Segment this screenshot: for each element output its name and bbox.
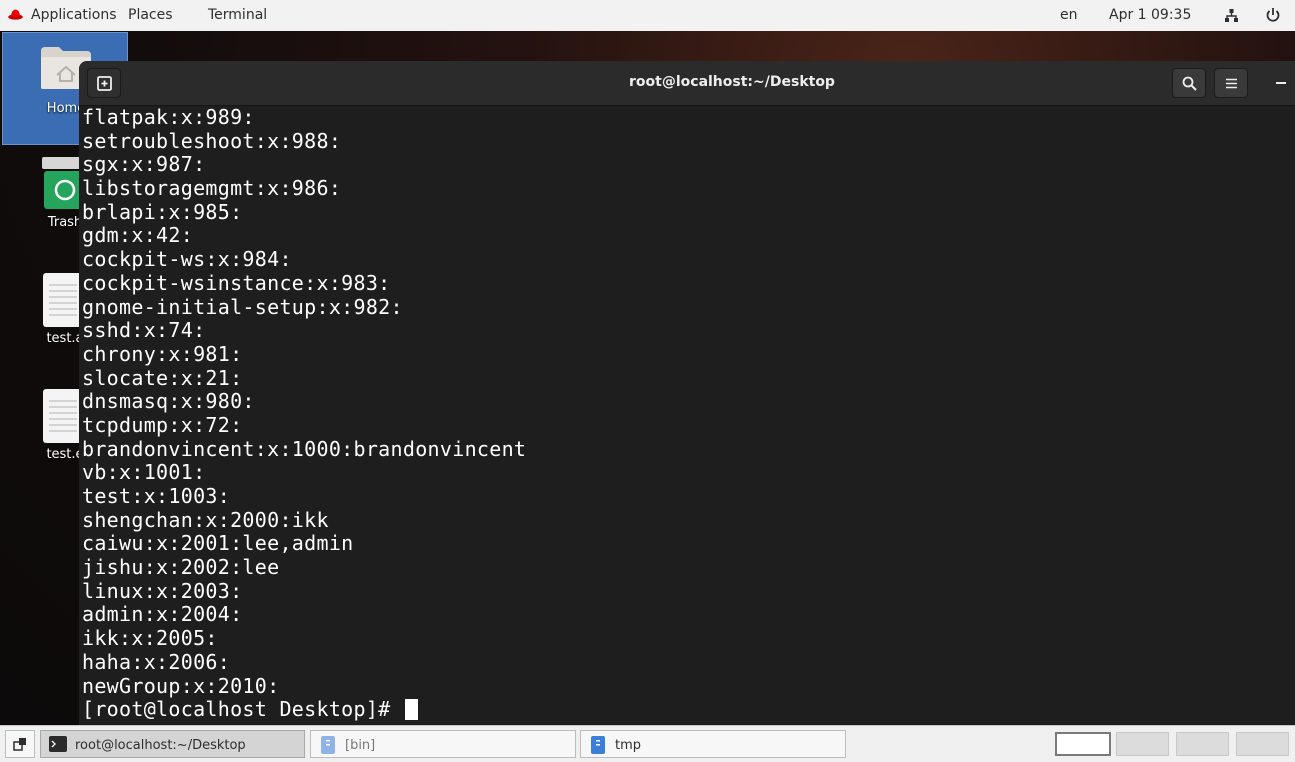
terminal-line: cockpit-ws:x:984: xyxy=(82,247,292,272)
terminal-line: brandonvincent:x:1000:brandonvincent xyxy=(82,436,527,461)
workspace-2[interactable] xyxy=(1116,732,1169,756)
top-bar: Applications Places Terminal en Apr 1 09… xyxy=(0,0,1295,32)
terminal-line: tcpdump:x:72: xyxy=(82,412,243,437)
network-icon[interactable] xyxy=(1224,8,1239,23)
search-button[interactable] xyxy=(1172,68,1206,98)
desktop: Home Trash test.a test.e root@localhost:… xyxy=(0,31,1295,725)
taskbar-item-bin[interactable]: [bin] xyxy=(310,730,576,758)
taskbar-item-label: tmp xyxy=(615,738,642,753)
terminal-line: cockpit-wsinstance:x:983: xyxy=(82,270,391,295)
taskbar-item-label: [bin] xyxy=(345,738,376,753)
hamburger-menu-icon xyxy=(1226,78,1237,89)
terminal-output[interactable]: flatpak:x:989: setroubleshoot:x:988: sgx:x… xyxy=(82,105,1292,725)
terminal-prompt-line[interactable]: [root@localhost Desktop]# xyxy=(82,697,1292,722)
taskbar-item-label: root@localhost:~/Desktop xyxy=(75,738,246,753)
terminal-line: gnome-initial-setup:x:982: xyxy=(82,294,403,319)
show-desktop-icon xyxy=(13,738,26,751)
terminal-line: dnsmasq:x:980: xyxy=(82,389,255,414)
show-desktop-button[interactable] xyxy=(5,730,35,758)
terminal-line: caiwu:x:2001:lee,admin xyxy=(82,531,354,556)
search-icon xyxy=(1182,76,1197,91)
terminal-line: haha:x:2006: xyxy=(82,649,231,674)
terminal-window[interactable]: root@localhost:~/Desktop flatpak:x:989: s… xyxy=(79,61,1295,725)
redhat-logo-icon[interactable] xyxy=(8,8,23,20)
menu-button[interactable] xyxy=(1214,68,1248,98)
terminal-line: jishu:x:2002:lee xyxy=(82,555,280,580)
taskbar-item-terminal[interactable]: root@localhost:~/Desktop xyxy=(40,730,305,758)
terminal-line: setroubleshoot:x:988: xyxy=(82,128,342,153)
terminal-line: chrony:x:981: xyxy=(82,341,243,366)
terminal-line: slocate:x:21: xyxy=(82,365,243,390)
clock[interactable]: Apr 1 09:35 xyxy=(1109,7,1191,23)
minimize-icon[interactable] xyxy=(1276,81,1286,85)
taskbar-item-tmp[interactable]: tmp xyxy=(580,730,846,758)
terminal-line: shengchan:x:2000:ikk xyxy=(82,507,329,532)
workspace-4[interactable] xyxy=(1236,732,1289,756)
terminal-line: vb:x:1001: xyxy=(82,460,206,485)
text-cursor xyxy=(404,699,418,721)
terminal-app-menu[interactable]: Terminal xyxy=(208,7,267,23)
terminal-line: flatpak:x:989: xyxy=(82,105,255,129)
places-menu[interactable]: Places xyxy=(128,7,173,23)
language-indicator[interactable]: en xyxy=(1060,7,1078,23)
terminal-line: libstoragemgmt:x:986: xyxy=(82,176,342,201)
terminal-line: test:x:1003: xyxy=(82,484,231,508)
terminal-line: linux:x:2003: xyxy=(82,578,243,603)
files-icon xyxy=(321,736,335,754)
shell-prompt: [root@localhost Desktop]# xyxy=(82,697,403,722)
files-icon xyxy=(591,736,605,754)
bottom-taskbar: root@localhost:~/Desktop [bin] tmp xyxy=(0,725,1295,762)
terminal-line: ikk:x:2005: xyxy=(82,626,218,651)
terminal-header-bar[interactable]: root@localhost:~/Desktop xyxy=(79,61,1295,106)
terminal-line: gdm:x:42: xyxy=(82,223,194,248)
workspace-1[interactable] xyxy=(1055,732,1111,756)
applications-menu[interactable]: Applications xyxy=(31,7,117,23)
terminal-line: newGroup:x:2010: xyxy=(82,673,280,698)
terminal-line: brlapi:x:985: xyxy=(82,199,243,224)
terminal-line: sgx:x:987: xyxy=(82,152,206,177)
terminal-line: admin:x:2004: xyxy=(82,602,243,627)
power-icon[interactable] xyxy=(1265,7,1281,23)
terminal-line: sshd:x:74: xyxy=(82,318,206,343)
text-file-icon xyxy=(43,389,83,443)
workspace-3[interactable] xyxy=(1176,732,1229,756)
text-file-icon xyxy=(43,273,83,327)
window-title: root@localhost:~/Desktop xyxy=(629,74,835,90)
terminal-icon xyxy=(49,736,67,752)
